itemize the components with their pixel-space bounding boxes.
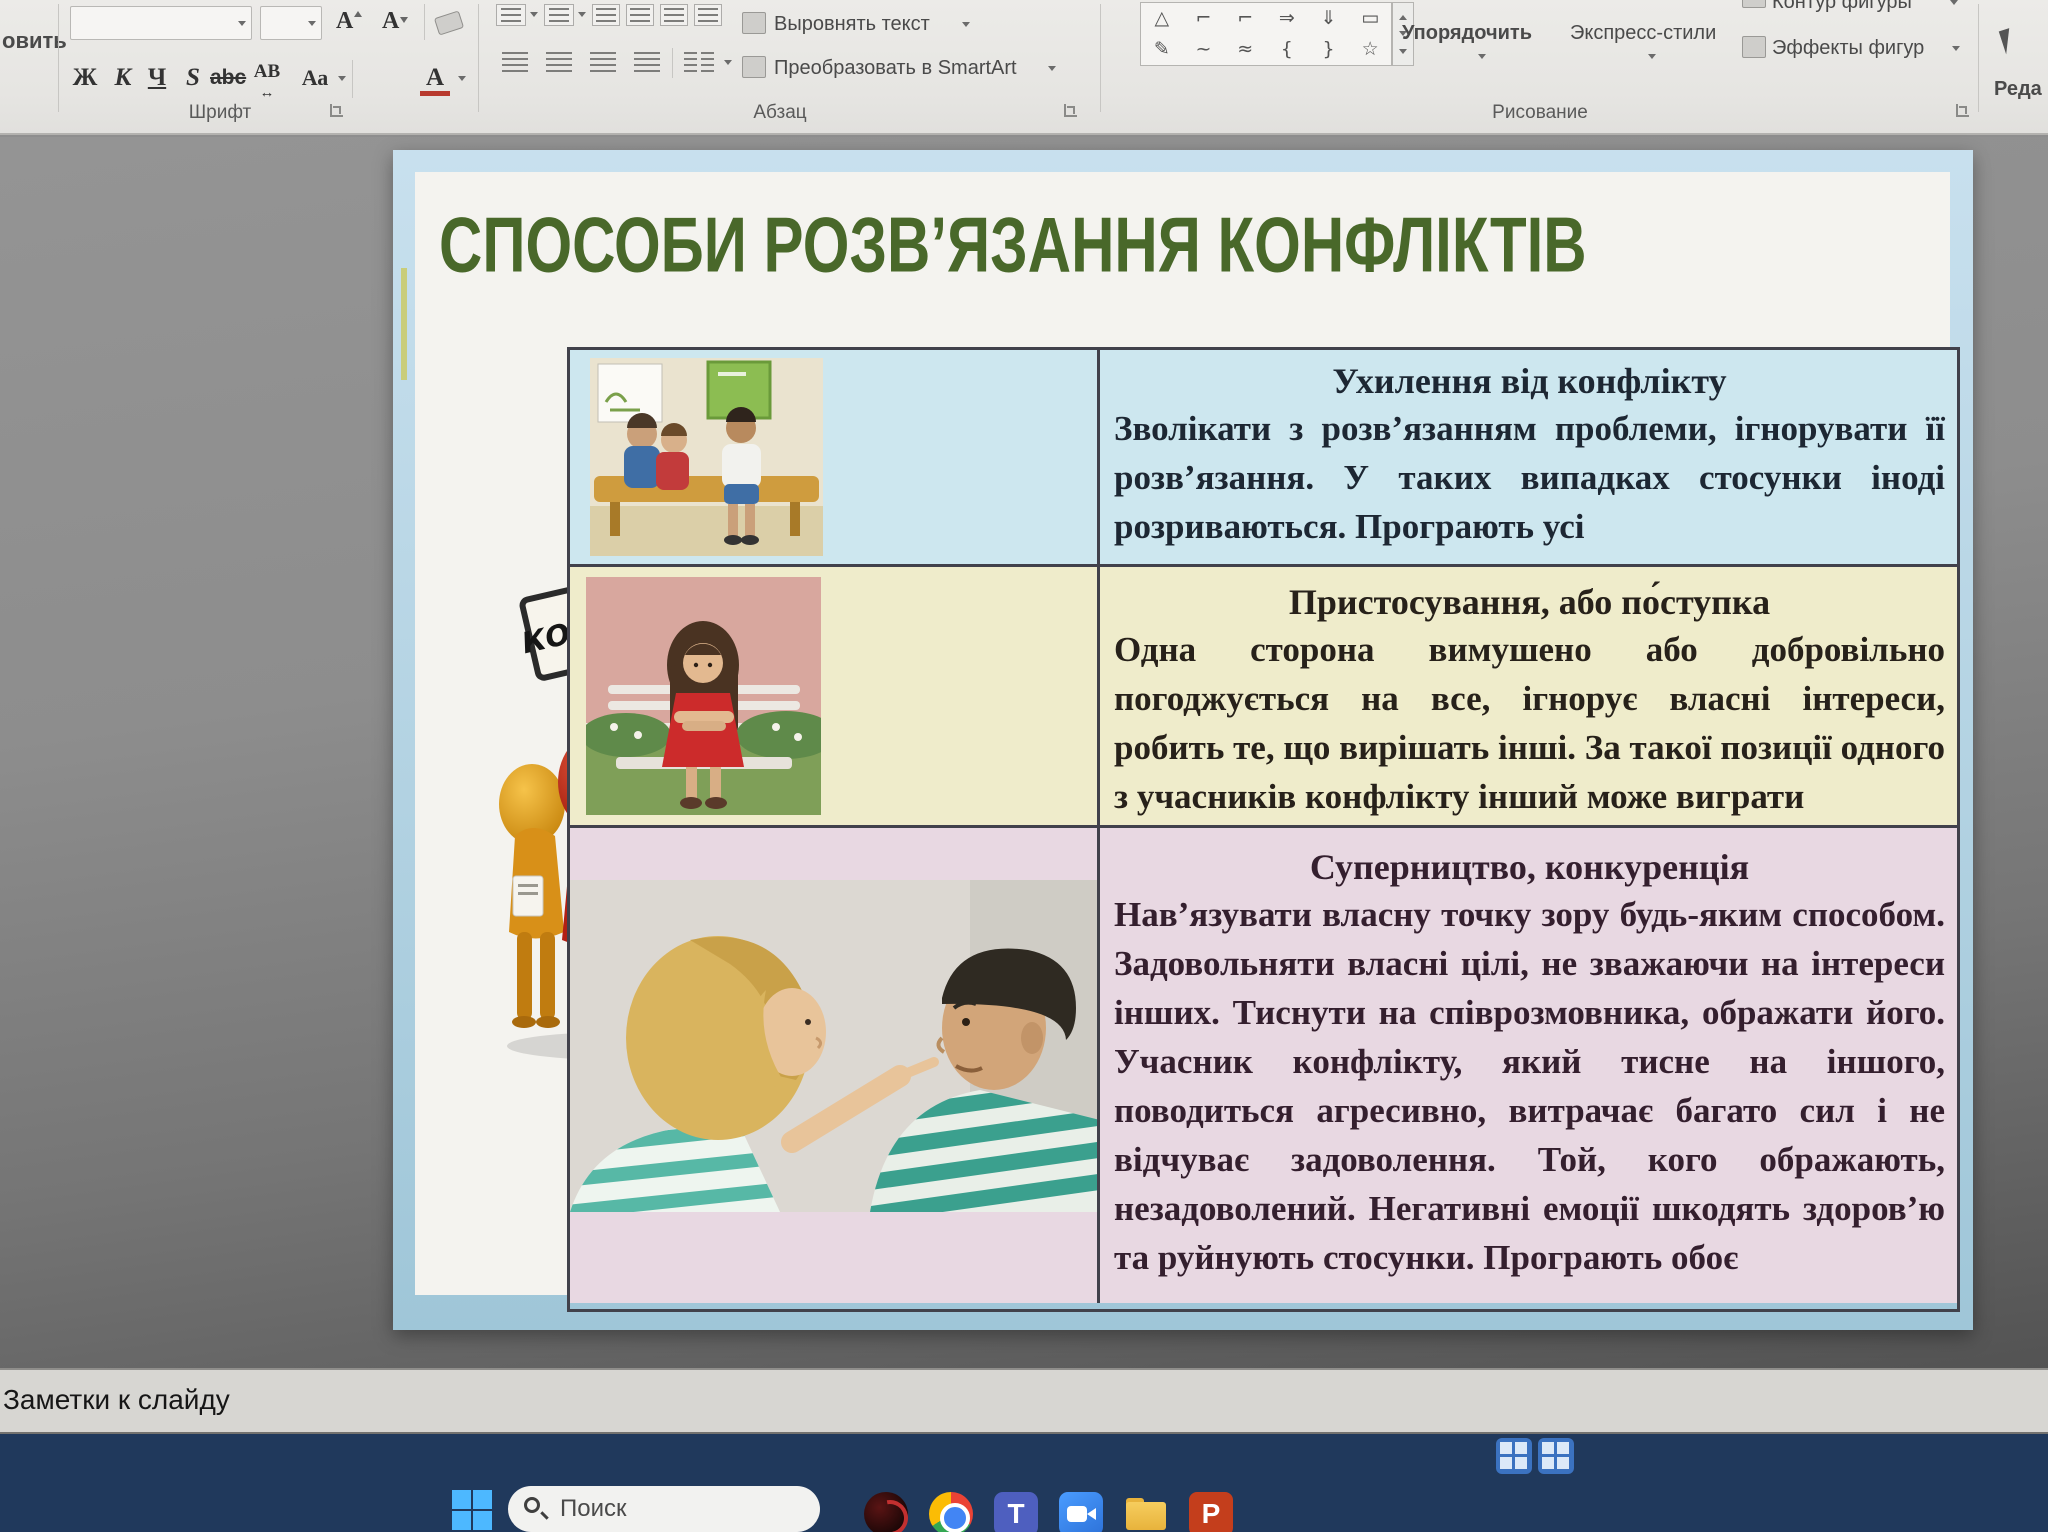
table-row-accommodation[interactable]: Пристосування, або по́ступка Одна сторон… (570, 564, 1957, 825)
row-body: Нав’язувати власну точку зору будь-яким … (1114, 890, 1945, 1282)
avoidance-photo (570, 350, 1100, 564)
wave-shape-icon[interactable]: ≈ (1224, 34, 1266, 65)
paragraph-group-label: Абзац (725, 102, 835, 124)
elbow-connector-icon[interactable]: ⌐ (1183, 3, 1225, 34)
slide-canvas[interactable]: СПОСОБИ РОЗВ’ЯЗАННЯ КОНФЛІКТІВ (393, 150, 1973, 1330)
shrink-font-button[interactable]: А (382, 8, 399, 35)
zoom-app-icon[interactable] (1059, 1492, 1103, 1532)
align-text-button[interactable]: Выровнять текст (774, 13, 930, 36)
avoidance-text-cell[interactable]: Ухилення від конфлікту Зволікати з розв’… (1100, 350, 1957, 564)
font-color-caret[interactable] (458, 76, 466, 85)
quick-styles-button[interactable]: Экспресс-стили (1570, 22, 1716, 45)
group-divider (58, 4, 59, 112)
triangle-shape-icon[interactable]: △ (1141, 3, 1183, 34)
notes-label: Заметки к слайду (3, 1384, 230, 1416)
smartart-icon (742, 56, 766, 78)
clear-formatting-icon[interactable] (434, 10, 464, 35)
right-brace-shape-icon[interactable]: } (1308, 34, 1350, 65)
font-dialog-launcher[interactable] (330, 104, 343, 117)
line-spacing-icon[interactable] (660, 4, 688, 26)
taskbar-search-input[interactable] (508, 1486, 820, 1532)
shape-outline-icon (1742, 0, 1766, 8)
align-center-icon[interactable] (546, 52, 572, 72)
text-direction-icon[interactable] (694, 4, 722, 26)
align-right-icon[interactable] (590, 52, 616, 72)
accommodation-text-cell[interactable]: Пристосування, або по́ступка Одна сторон… (1100, 567, 1957, 825)
row-body: Зволікати з розв’язанням проблеми, ігнор… (1114, 404, 1945, 551)
align-text-icon (742, 12, 766, 34)
change-case-caret[interactable] (338, 76, 346, 85)
star-shape-icon[interactable]: ☆ (1349, 34, 1391, 65)
numbering-icon[interactable] (544, 4, 574, 26)
select-cursor-icon[interactable] (1999, 26, 2024, 55)
left-brace-shape-icon[interactable]: { (1266, 34, 1308, 65)
underline-button[interactable]: Ч (142, 62, 172, 96)
powerpoint-window: овить А А Ж К Ч S abc АВ↔ Аа А Шрифт (0, 0, 2048, 1532)
elbow-arrow-connector-icon[interactable]: ⌐ (1224, 3, 1266, 34)
paragraph-dialog-launcher[interactable] (1064, 104, 1077, 117)
right-arrow-shape-icon[interactable]: ⇒ (1266, 3, 1308, 34)
drawing-group-label: Рисование (1480, 102, 1600, 124)
powerpoint-icon[interactable]: P (1189, 1492, 1233, 1532)
increase-indent-icon[interactable] (626, 4, 654, 26)
yellow-figure (499, 764, 565, 1028)
chrome-icon[interactable] (929, 1492, 973, 1532)
font-color-button[interactable]: А (420, 62, 450, 96)
windows-start-button[interactable] (452, 1490, 492, 1530)
down-arrow-shape-icon[interactable]: ⇓ (1308, 3, 1350, 34)
shapes-gallery[interactable]: △ ⌐ ⌐ ⇒ ⇓ ▭ ✎ ~ ≈ { } ☆ (1140, 2, 1392, 66)
change-case-button[interactable]: Аа (300, 62, 330, 96)
search-icon (524, 1497, 540, 1513)
shape-effects-button[interactable]: Эффекты фигур (1772, 37, 1924, 60)
file-explorer-icon[interactable] (1124, 1492, 1168, 1532)
font-group-label: Шрифт (165, 102, 275, 124)
drawing-dialog-launcher[interactable] (1956, 104, 1969, 117)
editing-group-fragment: Реда (1994, 78, 2042, 101)
row-heading: Суперництво, конкуренція (1114, 844, 1945, 890)
row-heading: Пристосування, або по́ступка (1114, 579, 1945, 625)
browser-icon[interactable] (864, 1492, 908, 1532)
text-shadow-button[interactable]: S (178, 62, 208, 96)
shape-effects-icon (1742, 36, 1766, 58)
grow-font-button[interactable]: А (336, 8, 353, 35)
table-row-avoidance[interactable]: Ухилення від конфлікту Зволікати з розв’… (570, 350, 1957, 564)
accommodation-photo (570, 567, 1100, 825)
conflict-table[interactable]: Ухилення від конфлікту Зволікати з розв’… (567, 347, 1960, 1312)
italic-button[interactable]: К (108, 62, 138, 96)
teams-icon[interactable]: T (994, 1492, 1038, 1532)
curve-shape-icon[interactable]: ~ (1183, 34, 1225, 65)
shape-outline-button[interactable]: Контур фигуры (1772, 0, 1912, 14)
columns-icon[interactable] (684, 52, 697, 72)
freeform-shape-icon[interactable]: ✎ (1141, 34, 1183, 65)
row-heading: Ухилення від конфлікту (1114, 358, 1945, 404)
font-size-combo[interactable] (260, 6, 322, 40)
character-spacing-button[interactable]: АВ↔ (252, 62, 282, 96)
decorative-stripe (401, 268, 407, 380)
slide-title[interactable]: СПОСОБИ РОЗВ’ЯЗАННЯ КОНФЛІКТІВ (439, 200, 1587, 290)
taskbar: T P (0, 1434, 2048, 1532)
row-body: Одна сторона вимушено або добровільно по… (1114, 625, 1945, 821)
decrease-indent-icon[interactable] (592, 4, 620, 26)
competition-text-cell[interactable]: Суперництво, конкуренція Нав’язувати вла… (1100, 828, 1957, 1303)
ribbon: овить А А Ж К Ч S abc АВ↔ Аа А Шрифт (0, 0, 2048, 135)
notes-panel[interactable]: Заметки к слайду (0, 1368, 2048, 1434)
grid-icon[interactable] (1538, 1438, 1574, 1474)
justify-icon[interactable] (634, 52, 660, 72)
grid-icon[interactable] (1496, 1438, 1532, 1474)
table-row-competition[interactable]: Суперництво, конкуренція Нав’язувати вла… (570, 825, 1957, 1303)
font-name-combo[interactable] (70, 6, 252, 40)
arrange-button[interactable]: Упорядочить (1402, 22, 1532, 45)
strikethrough-button[interactable]: abc (210, 62, 246, 96)
bold-button[interactable]: Ж (70, 62, 100, 96)
editor-workspace: СПОСОБИ РОЗВ’ЯЗАННЯ КОНФЛІКТІВ (0, 137, 2048, 1368)
competition-photo (570, 828, 1100, 1303)
convert-smartart-button[interactable]: Преобразовать в SmartArt (774, 57, 1017, 80)
bullets-icon[interactable] (496, 4, 526, 26)
align-left-icon[interactable] (502, 52, 528, 72)
callout-shape-icon[interactable]: ▭ (1349, 3, 1391, 34)
